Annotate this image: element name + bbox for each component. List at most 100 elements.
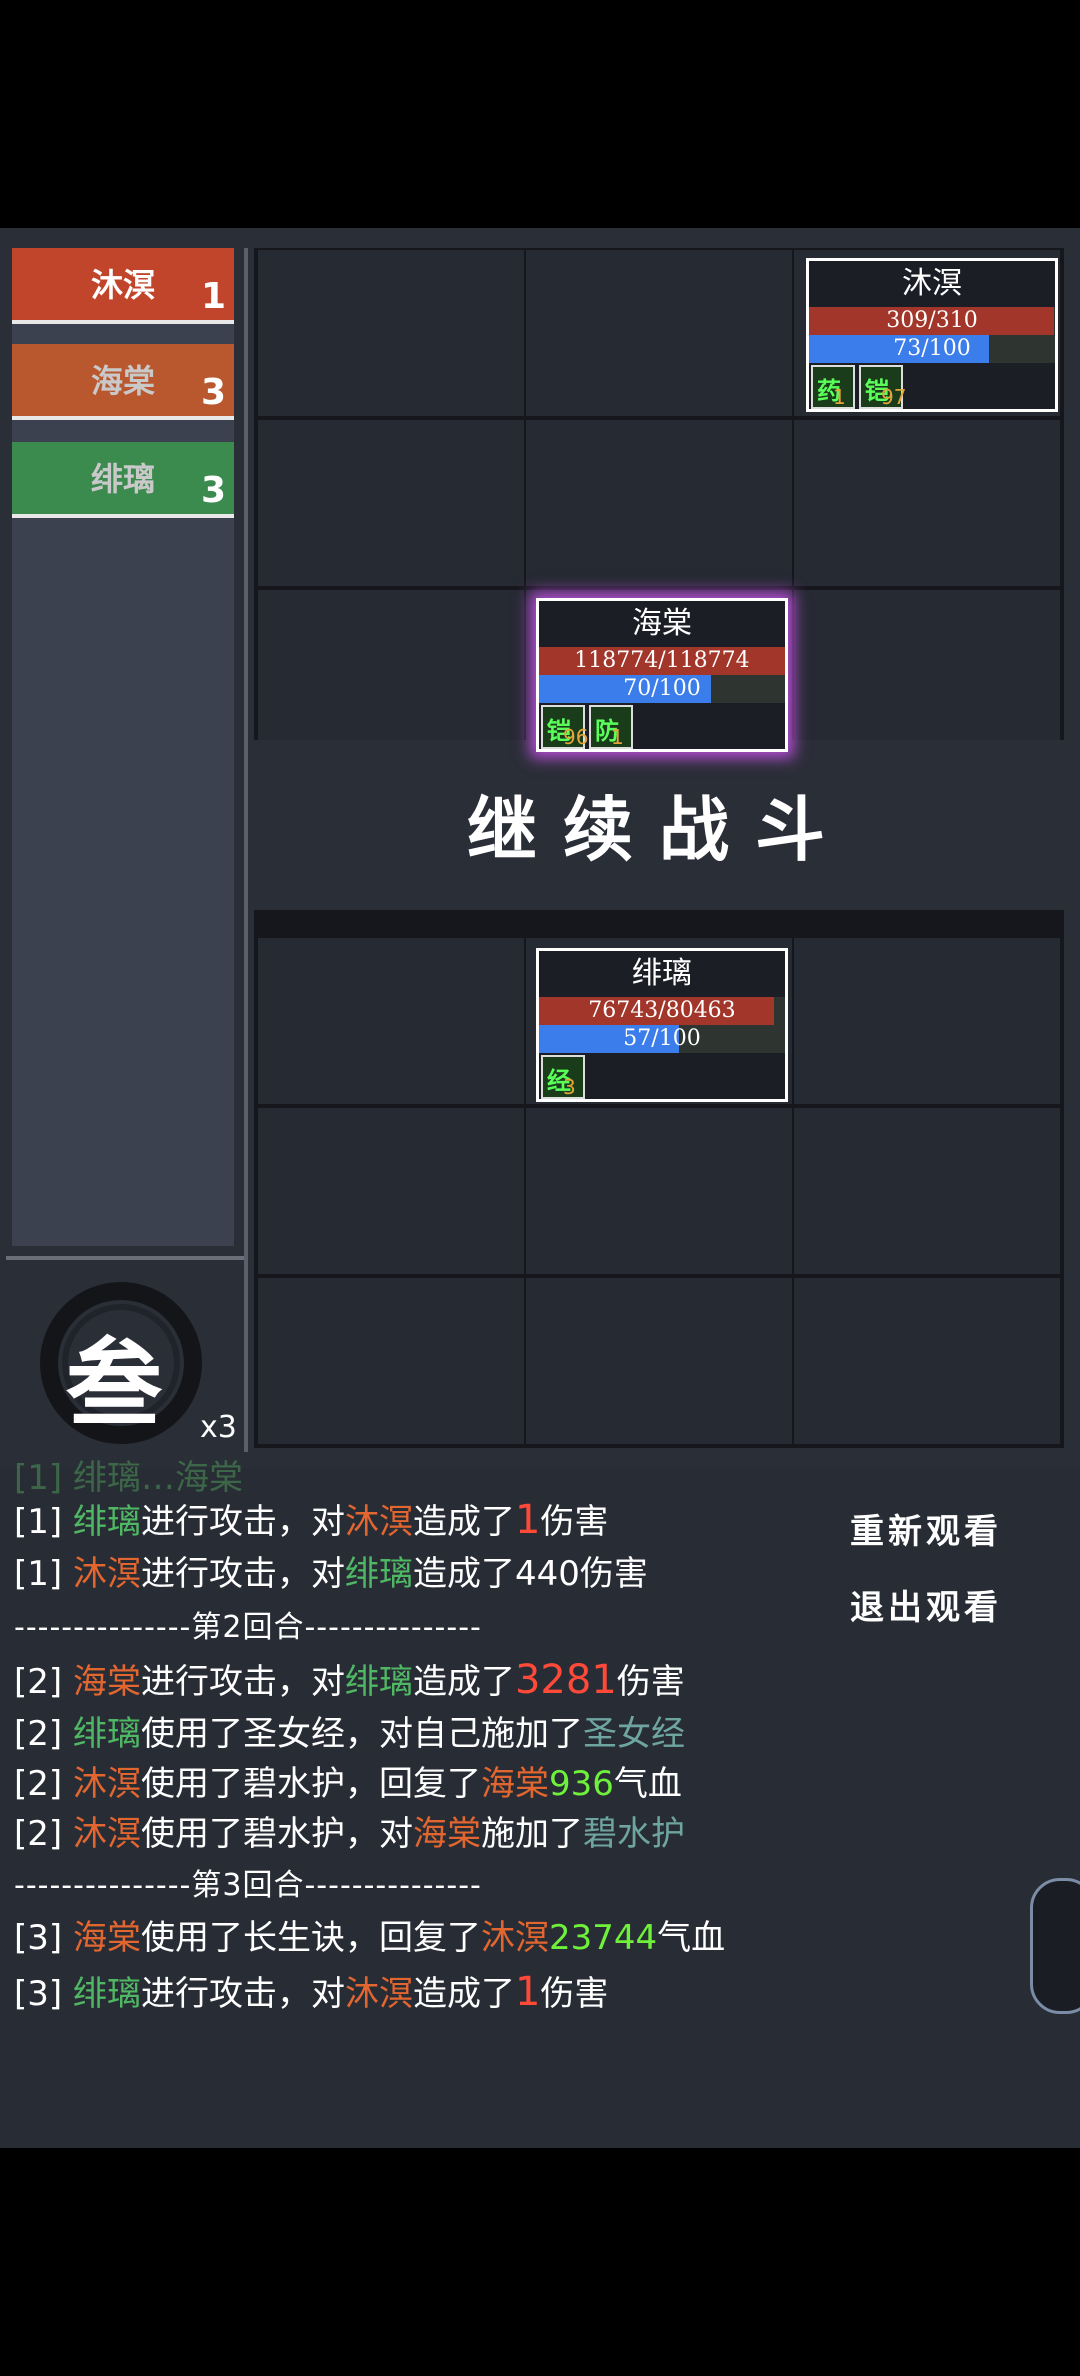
hp-text: 76743/80463 — [588, 998, 736, 1023]
continue-battle-label: 继续战斗 — [467, 788, 851, 871]
log-target: 绯璃 — [344, 1554, 413, 1594]
round-divider: ---------------第2回合--------------- — [14, 1610, 482, 1645]
buff-medicine-icon[interactable]: 药 1 — [811, 365, 855, 409]
round-divider: ---------------第3回合--------------- — [14, 1868, 482, 1903]
mp-text: 57/100 — [623, 1026, 701, 1051]
grid-cell — [258, 250, 524, 416]
grid-cell — [258, 1278, 524, 1444]
buff-scripture-icon[interactable]: 经 3 — [541, 1055, 585, 1099]
unit-card-muming[interactable]: 沐溟 309/310 73/100 药 1 铠 97 — [806, 258, 1058, 412]
log-damage: 3281 — [514, 1657, 617, 1703]
turn-item-haitang[interactable]: 海棠 3 — [12, 344, 234, 420]
log-round-tag: [1] — [14, 1554, 73, 1594]
mp-bar: 73/100 — [809, 335, 1055, 363]
buff-defense-icon[interactable]: 防 1 — [589, 705, 633, 749]
buff-count: 97 — [881, 385, 907, 409]
log-round-tag: [1] — [14, 1502, 73, 1542]
log-text: 进行攻击，对 — [140, 1502, 345, 1542]
panel-divider — [6, 1256, 244, 1260]
log-text: 伤害 — [540, 1502, 609, 1542]
log-round-tag: [2] — [14, 1714, 73, 1754]
log-line: [1] 绯璃进行攻击，对沐溟造成了1伤害 — [14, 1494, 608, 1543]
grid-cell — [794, 1278, 1060, 1444]
buff-count: 1 — [611, 725, 624, 749]
grid-cell — [794, 420, 1060, 586]
log-round-tag: [1] — [14, 1458, 73, 1498]
log-text: 造成了 — [412, 1662, 515, 1702]
log-target: 海棠 — [174, 1458, 243, 1498]
continue-battle-banner[interactable]: 继续战斗 — [254, 740, 1064, 910]
log-target: 海棠 — [412, 1814, 481, 1854]
log-round-tag: [2] — [14, 1814, 73, 1854]
log-line: [2] 沐溟使用了碧水护，对海棠施加了碧水护 — [14, 1806, 685, 1855]
buff-count: 3 — [563, 1075, 576, 1099]
grid-cell — [794, 1108, 1060, 1274]
turn-item-count: 3 — [200, 470, 226, 511]
turn-item-muming[interactable]: 沐溟 1 — [12, 248, 234, 324]
log-text: 进行攻击，对 — [140, 1554, 345, 1594]
log-text: … — [140, 1458, 175, 1498]
side-menu-handle[interactable] — [1030, 1878, 1080, 2014]
log-actor: 沐溟 — [72, 1814, 141, 1854]
log-round-tag: [2] — [14, 1662, 73, 1702]
log-heal: 23744 — [548, 1918, 658, 1958]
battle-screen: 沐溟 1 海棠 3 绯璃 3 叁 x3 继续战斗 沐溟 309/310 73/1… — [0, 228, 1080, 2148]
unit-name: 绯璃 — [632, 956, 692, 991]
log-line: [1] 沐溟进行攻击，对绯璃造成了440伤害 — [14, 1546, 648, 1595]
log-text: 使用了长生诀，回复了 — [140, 1918, 481, 1958]
log-actor: 沐溟 — [72, 1554, 141, 1594]
buff-count: 96 — [563, 725, 589, 749]
buff-armor-icon[interactable]: 铠 97 — [859, 365, 907, 409]
turn-item-feili[interactable]: 绯璃 3 — [12, 442, 234, 518]
grid-cell — [526, 1108, 792, 1274]
grid-cell — [258, 420, 524, 586]
unit-card-haitang[interactable]: 海棠 118774/118774 70/100 铠 96 防 1 — [536, 598, 788, 752]
speed-toggle[interactable]: x3 — [200, 1410, 237, 1445]
log-actor: 绯璃 — [72, 1458, 141, 1498]
round-number: 叁 — [66, 1327, 162, 1440]
hp-bar: 76743/80463 — [539, 997, 785, 1025]
log-line: [2] 沐溟使用了碧水护，回复了海棠936气血 — [14, 1756, 682, 1805]
turn-item-count: 3 — [200, 372, 226, 413]
log-text: 使用了圣女经，对自己施加了 — [140, 1714, 583, 1754]
buff-armor-icon[interactable]: 铠 96 — [541, 705, 589, 749]
unit-name: 沐溟 — [902, 266, 962, 301]
grid-cell — [526, 420, 792, 586]
grid-cell — [258, 590, 524, 756]
log-actor: 海棠 — [72, 1918, 141, 1958]
log-damage: 1 — [514, 1497, 541, 1543]
log-line: [2] 海棠进行攻击，对绯璃造成了3281伤害 — [14, 1654, 685, 1703]
log-actor: 绯璃 — [72, 1714, 141, 1754]
vertical-divider — [244, 248, 248, 1452]
mp-text: 70/100 — [623, 676, 701, 701]
log-damage: 1 — [514, 1969, 541, 2015]
log-text: 进行攻击，对 — [140, 1662, 345, 1702]
log-line: [3] 海棠使用了长生诀，回复了沐溟23744气血 — [14, 1910, 725, 1959]
exit-watch-button[interactable]: 退出观看 — [850, 1580, 1002, 1629]
log-skill: 圣女经 — [582, 1714, 685, 1754]
replay-button[interactable]: 重新观看 — [850, 1504, 1002, 1553]
log-text: 使用了碧水护，回复了 — [140, 1764, 481, 1804]
log-round-tag: [3] — [14, 1974, 73, 2014]
log-text: 造成了 — [412, 1974, 515, 2014]
log-target: 绯璃 — [344, 1662, 413, 1702]
grid-cell — [526, 1278, 792, 1444]
log-text: 伤害 — [616, 1662, 685, 1702]
log-text: 施加了 — [480, 1814, 583, 1854]
log-round-tag: [2] — [14, 1764, 73, 1804]
unit-name: 海棠 — [632, 606, 692, 641]
log-target: 海棠 — [480, 1764, 549, 1804]
hp-bar: 118774/118774 — [539, 647, 785, 675]
log-actor: 绯璃 — [72, 1974, 141, 2014]
turn-order-panel: 沐溟 1 海棠 3 绯璃 3 — [12, 248, 234, 1246]
log-actor: 海棠 — [72, 1662, 141, 1702]
hp-text: 309/310 — [886, 308, 978, 333]
log-text: 进行攻击，对 — [140, 1974, 345, 2014]
log-target: 沐溟 — [344, 1502, 413, 1542]
battle-log[interactable]: [1] 绯璃…海棠 [1] 绯璃进行攻击，对沐溟造成了1伤害 [1] 沐溟进行攻… — [0, 1458, 1080, 2148]
mp-bar: 57/100 — [539, 1025, 785, 1053]
grid-cell — [794, 938, 1060, 1104]
log-text: 伤害 — [540, 1974, 609, 2014]
unit-card-feili[interactable]: 绯璃 76743/80463 57/100 经 3 — [536, 948, 788, 1102]
log-target: 沐溟 — [344, 1974, 413, 2014]
